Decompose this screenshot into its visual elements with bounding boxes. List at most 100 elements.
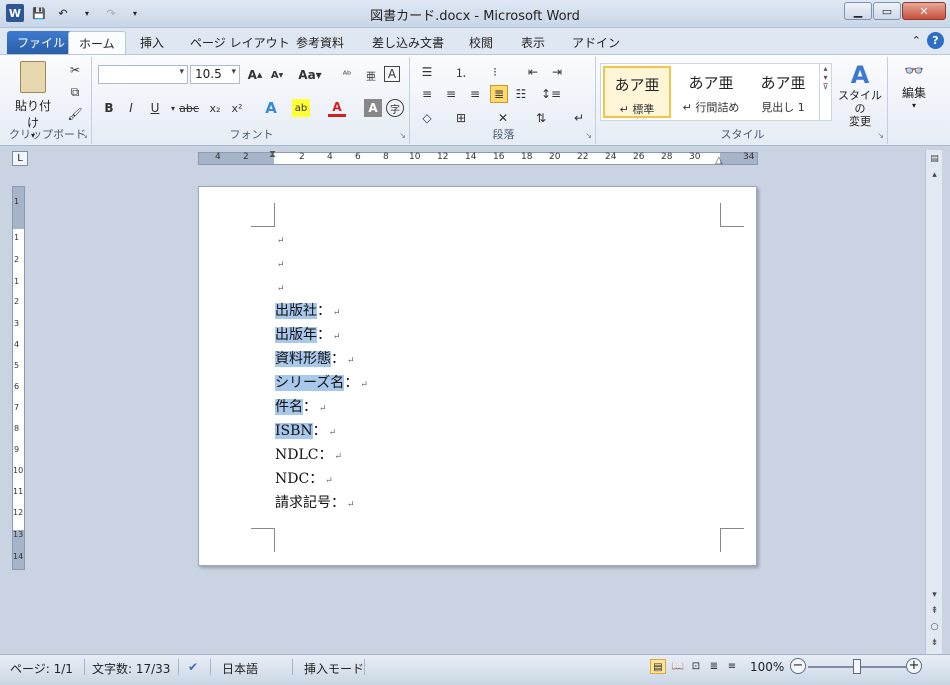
style-no-spacing[interactable]: あア亜 ↵ 行間詰め (677, 66, 745, 118)
zoom-in-icon[interactable]: + (906, 658, 922, 674)
zoom-level[interactable]: 100% (750, 660, 784, 674)
insert-mode-status[interactable]: 挿入モード (304, 660, 364, 677)
doc-line[interactable]: ↵ (275, 231, 285, 251)
character-shading-icon[interactable]: A (364, 99, 382, 117)
justify-icon[interactable]: ≣ (490, 85, 508, 103)
tab-page-layout[interactable]: ページ レイアウト (180, 31, 300, 54)
font-launcher-icon[interactable]: ↘ (399, 131, 406, 140)
close-button[interactable]: ✕ (902, 2, 946, 20)
right-indent-marker-icon[interactable]: △ (715, 155, 723, 166)
font-color-icon[interactable]: A (328, 99, 346, 117)
document-page[interactable]: ↵ ↵ ↵ 出版社： ↵ 出版年： ↵ 資料形態： ↵ シリーズ名： ↵ 件名： ↵ IS… (198, 186, 757, 566)
asian-layout-icon[interactable]: ✕ (494, 109, 512, 127)
vertical-ruler[interactable]: 1 1 2 1 2 3 4 5 6 7 8 9 10 11 12 13 14 (12, 186, 25, 570)
bold-icon[interactable]: B (100, 99, 118, 117)
minimize-button[interactable]: ▁ (844, 2, 872, 20)
doc-line[interactable]: ↵ (275, 279, 285, 299)
align-center-icon[interactable]: ≡ (442, 85, 460, 103)
print-layout-icon[interactable]: ▤ (650, 659, 666, 674)
grow-font-icon[interactable]: A ▲ (246, 66, 264, 84)
help-icon[interactable]: ? (927, 32, 944, 49)
strikethrough-icon[interactable]: abc (179, 99, 199, 117)
align-right-icon[interactable]: ≡ (466, 85, 484, 103)
next-page-icon[interactable]: ⇟ (927, 636, 942, 650)
doc-line[interactable]: NDC： ↵ (275, 468, 333, 488)
minimize-ribbon-icon[interactable]: ⌃ (912, 34, 921, 47)
zoom-out-icon[interactable]: − (790, 658, 806, 674)
zoom-slider-thumb[interactable] (853, 659, 861, 674)
cut-icon[interactable]: ✂ (66, 61, 84, 79)
outline-icon[interactable]: ≣ (706, 659, 722, 674)
horizontal-ruler[interactable]: 4 2 2 4 6 8 10 12 14 16 18 20 22 24 26 2… (198, 149, 758, 166)
doc-line[interactable]: NDLC： ↵ (275, 444, 342, 464)
tab-home[interactable]: ホーム (68, 31, 126, 54)
word-count[interactable]: 文字数: 17/33 (92, 660, 170, 677)
language-status[interactable]: 日本語 (222, 660, 258, 677)
paragraph-launcher-icon[interactable]: ↘ (585, 131, 592, 140)
editing-button[interactable]: 👓 編集 ▾ (892, 61, 936, 110)
underline-icon[interactable]: U (146, 99, 164, 117)
tab-references[interactable]: 参考資料 (286, 31, 354, 54)
shading-icon[interactable]: ◇ (418, 109, 436, 127)
style-heading-1[interactable]: あア亜 見出し 1 (749, 66, 817, 118)
doc-line[interactable]: 件名： ↵ (275, 396, 327, 416)
gallery-scroll[interactable]: ▴ ▾ ⊽ (819, 64, 831, 120)
font-name-combo[interactable]: ▾ (98, 65, 188, 84)
scroll-up-icon[interactable]: ▴ (927, 168, 942, 182)
font-size-combo[interactable]: 10.5 ▾ (190, 65, 240, 84)
change-case-icon[interactable]: Aa▾ (298, 66, 322, 84)
copy-icon[interactable]: ⧉ (66, 83, 84, 101)
character-border-icon[interactable]: A (384, 66, 400, 82)
doc-line[interactable]: 請求記号： ↵ (275, 492, 355, 512)
numbering-icon[interactable]: ⒈ (452, 63, 470, 81)
tab-mailings[interactable]: 差し込み文書 (362, 31, 454, 54)
superscript-icon[interactable]: x² (228, 99, 246, 117)
clear-formatting-icon[interactable]: ᴬᵇ (338, 66, 356, 84)
line-spacing-icon[interactable]: ↕≡ (541, 85, 561, 103)
styles-launcher-icon[interactable]: ↘ (877, 131, 884, 140)
web-layout-icon[interactable]: ⊡ (688, 659, 704, 674)
doc-line[interactable]: ↵ (275, 255, 285, 275)
proofing-icon[interactable]: ✔ (188, 660, 198, 674)
vertical-scrollbar[interactable]: ▤ ▴ ▾ ⇞ ○ ⇟ (925, 150, 942, 654)
style-normal[interactable]: あア亜 ↵ 標準 (603, 66, 671, 118)
draft-icon[interactable]: ≡ (724, 659, 740, 674)
scroll-down-icon[interactable]: ▾ (927, 588, 942, 602)
format-painter-icon[interactable]: 🖌 (66, 105, 84, 123)
doc-line[interactable]: ISBN： ↵ (275, 420, 336, 440)
page-count[interactable]: ページ: 1/1 (10, 660, 73, 677)
show-marks-icon[interactable]: ↵ (570, 109, 588, 127)
doc-line[interactable]: 出版年： ↵ (275, 324, 341, 344)
align-left-icon[interactable]: ≡ (418, 85, 436, 103)
distributed-icon[interactable]: ☷ (512, 85, 530, 103)
bullets-icon[interactable]: ☰ (418, 63, 436, 81)
phonetic-guide-icon[interactable]: 亜 (362, 66, 380, 84)
italic-icon[interactable]: I (122, 99, 140, 117)
change-styles-button[interactable]: A スタイルの 変更 (834, 61, 886, 128)
enclose-characters-icon[interactable]: 字 (386, 99, 404, 117)
full-screen-reading-icon[interactable]: 📖 (670, 659, 686, 674)
multilevel-list-icon[interactable]: ⁝ (486, 63, 504, 81)
tab-insert[interactable]: 挿入 (130, 31, 174, 54)
increase-indent-icon[interactable]: ⇥ (548, 63, 566, 81)
tab-review[interactable]: 校閲 (459, 31, 503, 54)
previous-page-icon[interactable]: ⇞ (927, 604, 942, 618)
ruler-toggle-icon[interactable]: ▤ (927, 152, 942, 166)
shrink-font-icon[interactable]: A ▼ (268, 66, 286, 84)
doc-line[interactable]: シリーズ名： ↵ (275, 372, 368, 392)
clipboard-launcher-icon[interactable]: ↘ (81, 131, 88, 140)
tab-view[interactable]: 表示 (511, 31, 555, 54)
indent-marker-icon[interactable]: ⧗ (269, 149, 276, 160)
select-browse-object-icon[interactable]: ○ (927, 620, 942, 634)
decrease-indent-icon[interactable]: ⇤ (524, 63, 542, 81)
text-effects-icon[interactable]: A (262, 99, 280, 117)
tab-selector-icon[interactable]: L (12, 151, 28, 166)
borders-icon[interactable]: ⊞ (452, 109, 470, 127)
highlight-icon[interactable]: ab (292, 99, 310, 117)
tab-file[interactable]: ファイル (7, 31, 76, 54)
sort-icon[interactable]: ⇅ (532, 109, 550, 127)
tab-addins[interactable]: アドイン (562, 31, 630, 54)
doc-line[interactable]: 資料形態： ↵ (275, 348, 355, 368)
doc-line[interactable]: 出版社： ↵ (275, 300, 341, 320)
maximize-button[interactable]: ▭ (873, 2, 901, 20)
